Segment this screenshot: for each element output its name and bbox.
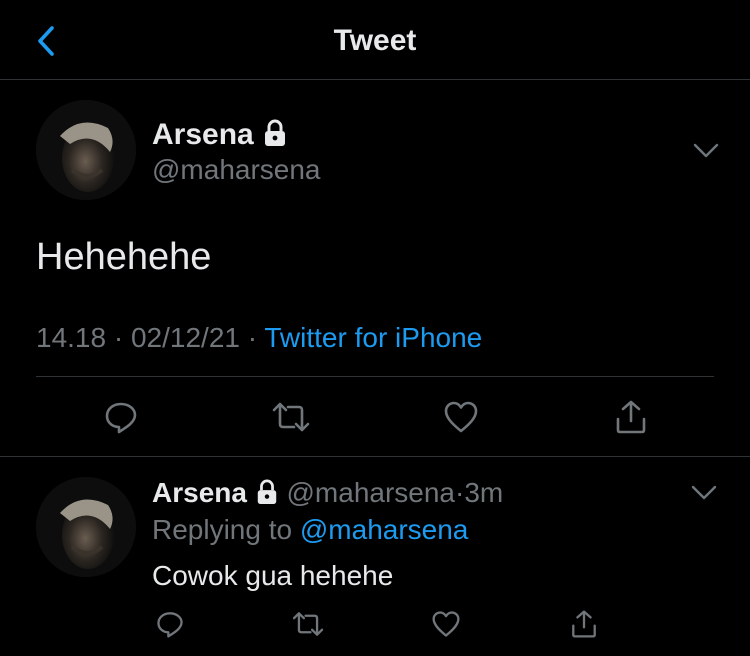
page-title: Tweet [333,24,417,57]
author-handle[interactable]: @maharsena [287,477,456,508]
replying-to-label: Replying to [152,514,293,545]
replying-to: Replying to @maharsena [152,514,468,546]
tweet-options-button[interactable] [692,142,720,160]
share-button[interactable] [568,608,600,640]
retweet-icon [272,402,310,432]
author-handle[interactable]: @maharsena [152,154,321,186]
top-bar: Tweet [0,0,750,80]
retweet-button[interactable] [292,608,324,640]
tweet-time: 14.18 [36,322,107,353]
avatar[interactable] [36,100,136,200]
tweet-options-button[interactable] [690,484,718,502]
tweet-date: 02/12/21 [130,322,240,353]
share-icon [616,400,646,434]
tweet-actions [154,608,600,640]
chevron-down-icon [691,485,717,500]
meta-separator: · [247,322,258,353]
like-icon [432,611,460,637]
retweet-button[interactable] [272,398,310,436]
replying-to-handle[interactable]: @maharsena [300,514,469,545]
tweet-text: Hehehehe [36,236,212,278]
divider [36,376,714,377]
lock-icon [257,479,276,504]
reply-button[interactable] [102,398,140,436]
share-button[interactable] [612,398,650,436]
like-icon [444,401,478,433]
tweet-source-link[interactable]: Twitter for iPhone [264,322,482,353]
tweet-meta: 14.18 · 02/12/21 · Twitter for iPhone [36,322,482,354]
author-name-text: Arsena [152,118,254,151]
chevron-down-icon [693,143,719,158]
retweet-icon [292,612,324,636]
reply-icon [157,612,183,638]
tweet-age: 3m [464,477,504,508]
like-button[interactable] [442,398,480,436]
meta-separator: · [455,477,465,508]
like-button[interactable] [430,608,462,640]
reply-header: Arsena @maharsena·3m [152,477,503,509]
avatar[interactable] [36,477,136,577]
author-name[interactable]: Arsena [152,477,247,508]
reply-icon [105,402,137,434]
share-icon [572,610,596,638]
tweet-actions [102,398,650,436]
tweet-text: Cowok gua hehehe [152,560,394,591]
divider [0,456,750,457]
author-name[interactable]: Arsena [152,118,288,152]
meta-separator: · [113,322,124,353]
lock-icon [265,119,286,146]
reply-button[interactable] [154,608,186,640]
